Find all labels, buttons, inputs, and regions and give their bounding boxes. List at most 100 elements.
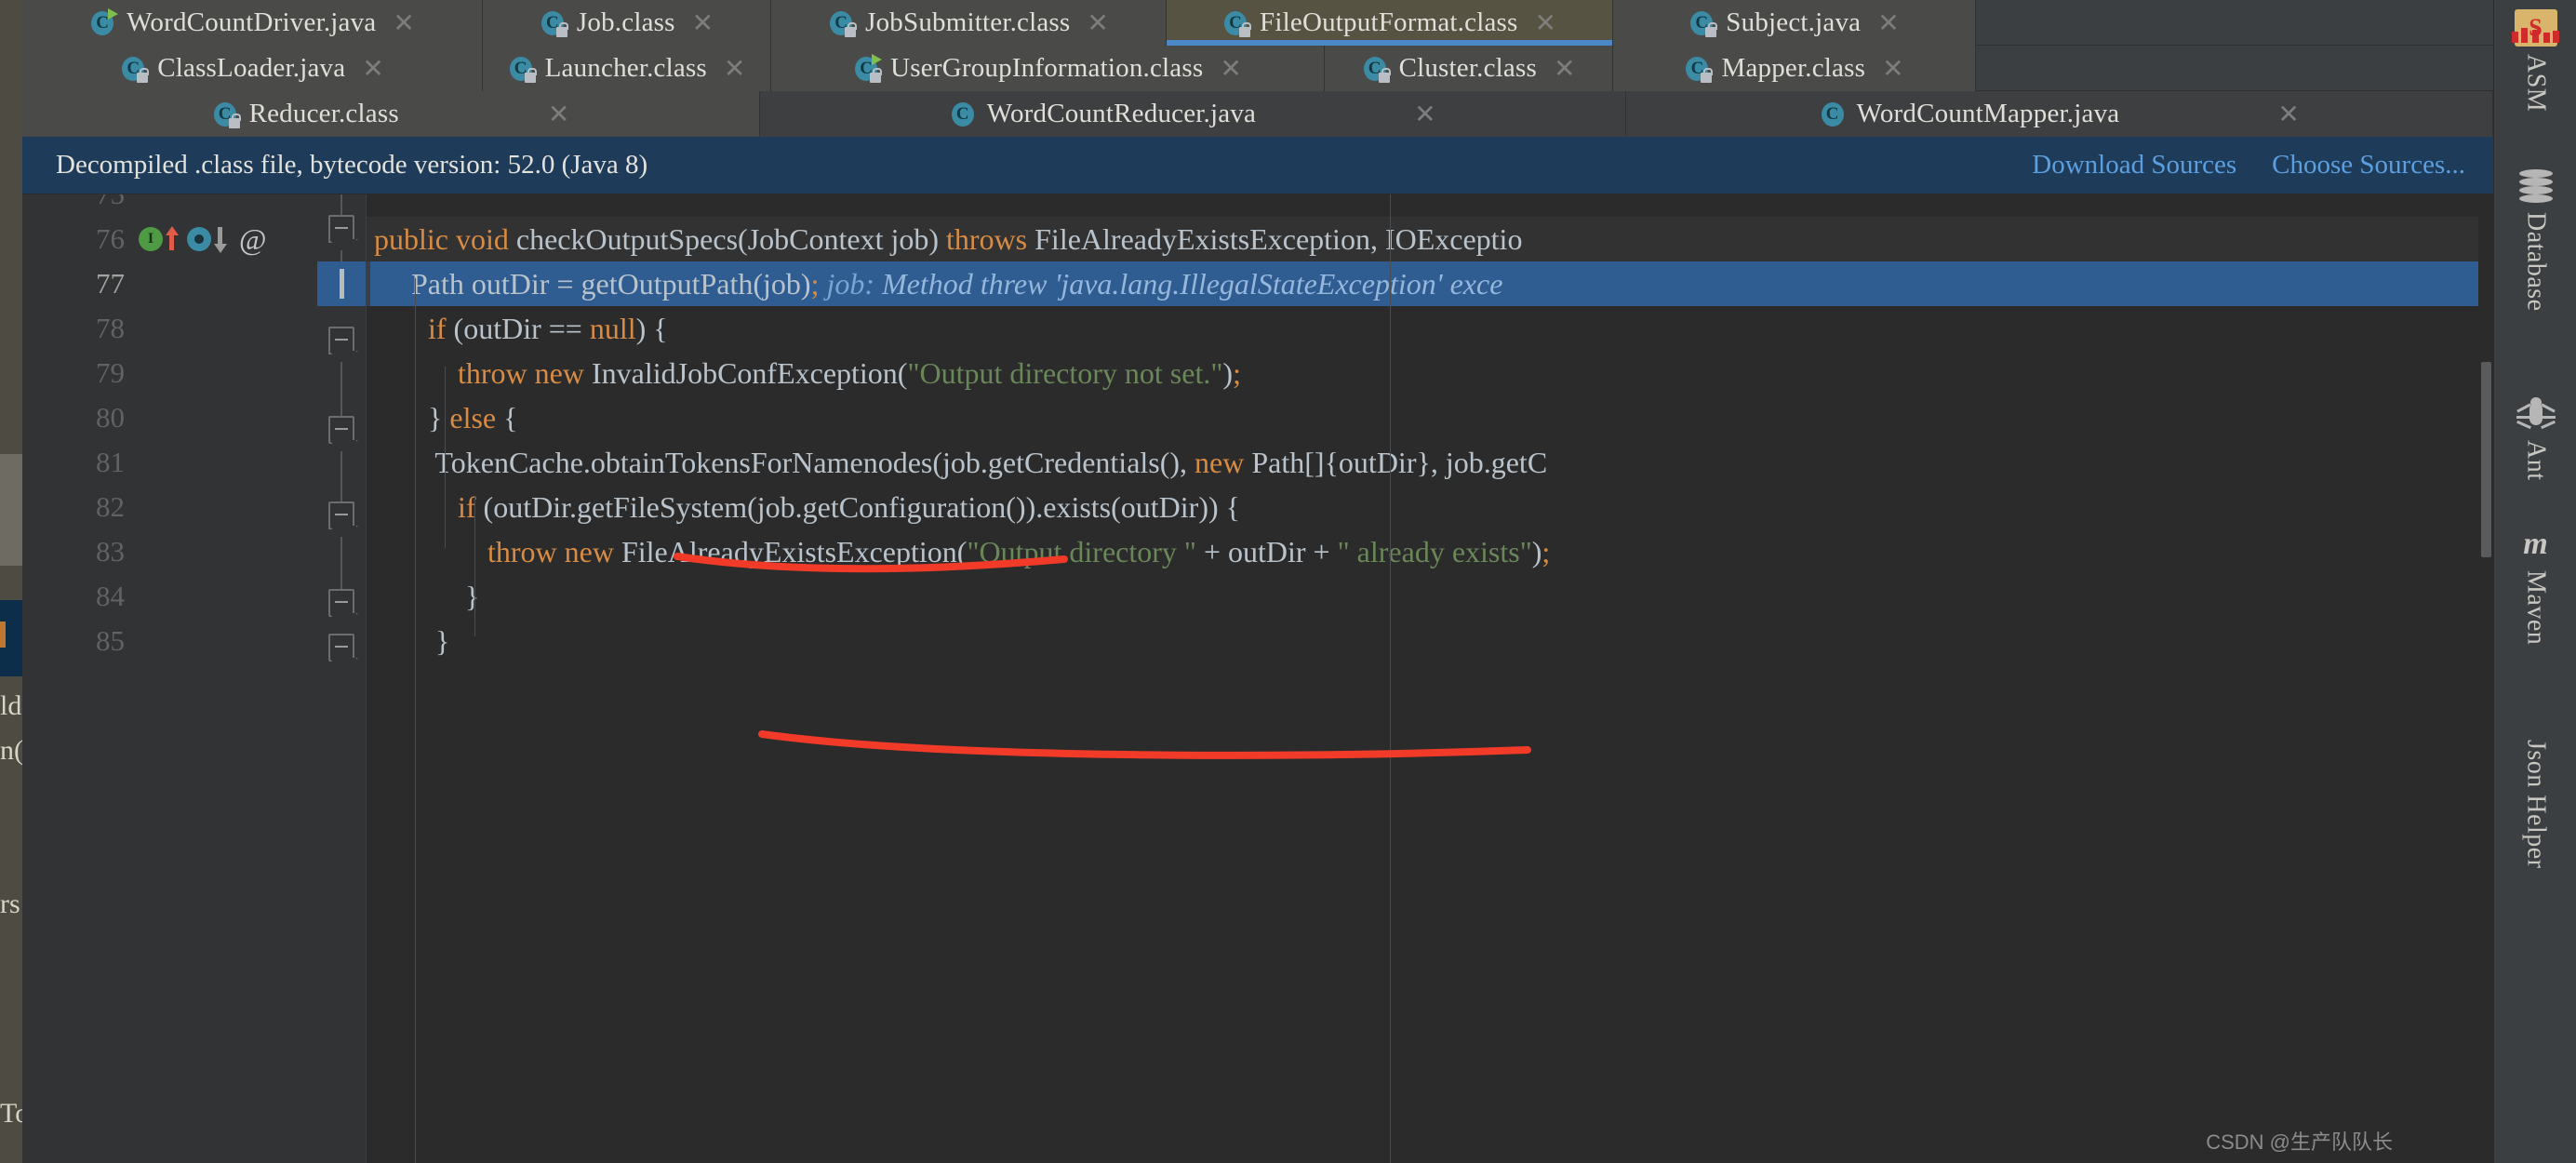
indent-guide (474, 497, 475, 636)
tab-reducer-class[interactable]: C Reducer.class ✕ (22, 91, 760, 137)
tab-subject-java[interactable]: C Subject.java ✕ (1613, 0, 1976, 46)
tab-wordcountdriver-java[interactable]: C WordCountDriver.java ✕ (22, 0, 483, 46)
close-icon[interactable]: ✕ (1414, 100, 1435, 127)
close-icon[interactable]: ✕ (2277, 100, 2299, 127)
code-line-78[interactable]: if (outDir == null) { (367, 306, 2493, 351)
close-icon[interactable]: ✕ (1087, 9, 1108, 36)
stripe-item-json-helper[interactable]: Json Helper (2494, 740, 2576, 868)
tab-label: FileOutputFormat.class (1260, 7, 1518, 37)
code-line-80[interactable]: } else { (367, 395, 2493, 440)
fold-marker-76[interactable] (328, 215, 354, 243)
line-number: 77 (96, 267, 125, 300)
left-tool-window-sliver[interactable]: ld n( rs To (0, 0, 22, 1163)
close-icon[interactable]: ✕ (1554, 55, 1575, 82)
code-token: ) (1222, 356, 1234, 390)
code-token: Path outDir = getOutputPath(job) (411, 267, 811, 301)
tab-launcher-class[interactable]: C Launcher.class ✕ (483, 46, 771, 91)
close-icon[interactable]: ✕ (548, 100, 569, 127)
tab-label: ClassLoader.java (157, 53, 346, 83)
gutter-line-80: 80 (22, 395, 366, 440)
close-icon[interactable]: ✕ (1220, 55, 1241, 82)
code-editor[interactable]: 75 76 I @ 77 (22, 194, 2493, 1163)
editor-tabs: C WordCountDriver.java ✕ C Job.class ✕ C (22, 0, 2493, 137)
code-token: InvalidJobConfException( (591, 356, 908, 390)
fold-marker-85[interactable] (328, 634, 354, 662)
implementing-method-icon[interactable]: I (139, 227, 163, 251)
left-sliver-text-0: ld (0, 690, 22, 721)
tab-label: Launcher.class (544, 53, 707, 83)
tab-fileoutputformat-class[interactable]: C FileOutputFormat.class ✕ (1167, 0, 1613, 46)
code-line-75[interactable] (367, 194, 2493, 217)
decompiled-class-icon: C (540, 9, 568, 37)
up-arrow-icon[interactable] (165, 226, 179, 251)
tab-row-2: C Reducer.class ✕ C WordCountReducer.jav… (22, 91, 2493, 137)
code-folding-column[interactable] (317, 194, 366, 1163)
idea-window: ld n( rs To C WordCountDriver.java ✕ C J… (0, 0, 2576, 1163)
down-arrow-icon[interactable] (213, 227, 227, 253)
close-icon[interactable]: ✕ (1877, 9, 1899, 36)
gutter-line-79: 79 (22, 351, 366, 395)
tab-wordcountreducer-java[interactable]: C WordCountReducer.java ✕ (759, 91, 1627, 137)
gutter-icons-76[interactable]: I @ (139, 224, 266, 254)
indent-guide (445, 367, 446, 548)
close-icon[interactable]: ✕ (692, 9, 714, 36)
tab-job-class[interactable]: C Job.class ✕ (483, 0, 771, 46)
fold-marker-80[interactable] (328, 416, 354, 444)
annotation-icon: @ (239, 222, 267, 256)
close-icon[interactable]: ✕ (1882, 55, 1903, 82)
decompiled-class-icon: C (120, 55, 150, 83)
editor-gutter[interactable]: 75 76 I @ 77 (22, 194, 367, 1163)
code-line-81[interactable]: TokenCache.obtainTokensForNamenodes(job.… (367, 440, 2493, 485)
left-sliver-gray-block (0, 454, 22, 566)
tab-wordcountmapper-java[interactable]: C WordCountMapper.java ✕ (1626, 91, 2493, 137)
code-line-83[interactable]: throw new FileAlreadyExistsException("Ou… (367, 529, 2493, 574)
code-text-area[interactable]: public void checkOutputSpecs(JobContext … (367, 194, 2493, 1163)
fold-marker-84[interactable] (328, 589, 354, 617)
close-icon[interactable]: ✕ (724, 55, 745, 82)
choose-sources-link[interactable]: Choose Sources... (2272, 150, 2465, 180)
left-sliver-text-3: To (0, 1098, 22, 1129)
decompiled-notification-bar: Decompiled .class file, bytecode version… (22, 137, 2493, 194)
code-line-84[interactable]: } (367, 574, 2493, 619)
close-icon[interactable]: ✕ (1535, 9, 1556, 36)
tab-label: Job.class (576, 7, 675, 37)
decompiled-class-icon: C (212, 100, 241, 128)
maven-icon: m (2523, 527, 2548, 561)
overriding-method-icon[interactable] (187, 227, 211, 251)
code-line-76[interactable]: public void checkOutputSpecs(JobContext … (367, 217, 2493, 261)
decompiled-class-icon: C (1688, 9, 1718, 37)
download-sources-link[interactable]: Download Sources (2032, 150, 2236, 180)
code-token: + outDir + (1195, 535, 1338, 568)
code-line-77[interactable]: Path outDir = getOutputPath(job); job: M… (367, 261, 2493, 306)
close-icon[interactable]: ✕ (393, 9, 414, 36)
stripe-item-asm[interactable]: S ASM (2494, 9, 2576, 112)
watermark: CSDN @生产队队长 (2206, 1130, 2393, 1154)
code-token: ) (1531, 535, 1542, 568)
tab-label: JobSubmitter.class (865, 7, 1071, 37)
stripe-item-maven[interactable]: m Maven (2494, 526, 2576, 645)
stripe-item-ant[interactable]: Ant (2494, 395, 2576, 481)
tab-mapper-class[interactable]: C Mapper.class ✕ (1613, 46, 1976, 91)
tab-label: WordCountMapper.java (1856, 99, 2120, 128)
scrollbar-thumb[interactable] (2481, 362, 2491, 557)
tab-label: UserGroupInformation.class (890, 53, 1204, 83)
tab-usergroupinformation-class[interactable]: C UserGroupInformation.class ✕ (771, 46, 1325, 91)
code-line-85[interactable]: } (367, 619, 2493, 663)
close-icon[interactable]: ✕ (362, 55, 383, 82)
notification-message: Decompiled .class file, bytecode version… (56, 150, 648, 180)
code-token: if (458, 490, 484, 524)
line-number: 80 (96, 401, 125, 434)
tab-jobsubmitter-class[interactable]: C JobSubmitter.class ✕ (771, 0, 1167, 46)
code-line-79[interactable]: throw new InvalidJobConfException("Outpu… (367, 351, 2493, 395)
stripe-item-database[interactable]: Database (2494, 167, 2576, 312)
ant-icon (2515, 395, 2557, 433)
code-token: } (458, 580, 480, 613)
fold-marker-78[interactable] (328, 327, 354, 354)
line-number: 79 (96, 356, 125, 389)
code-line-82[interactable]: if (outDir.getFileSystem(job.getConfigur… (367, 485, 2493, 529)
code-token: new (1195, 446, 1252, 479)
tab-cluster-class[interactable]: C Cluster.class ✕ (1325, 46, 1613, 91)
tab-classloader-java[interactable]: C ClassLoader.java ✕ (22, 46, 483, 91)
editor-vertical-scrollbar[interactable] (2478, 194, 2493, 1163)
fold-marker-82[interactable] (328, 501, 354, 529)
